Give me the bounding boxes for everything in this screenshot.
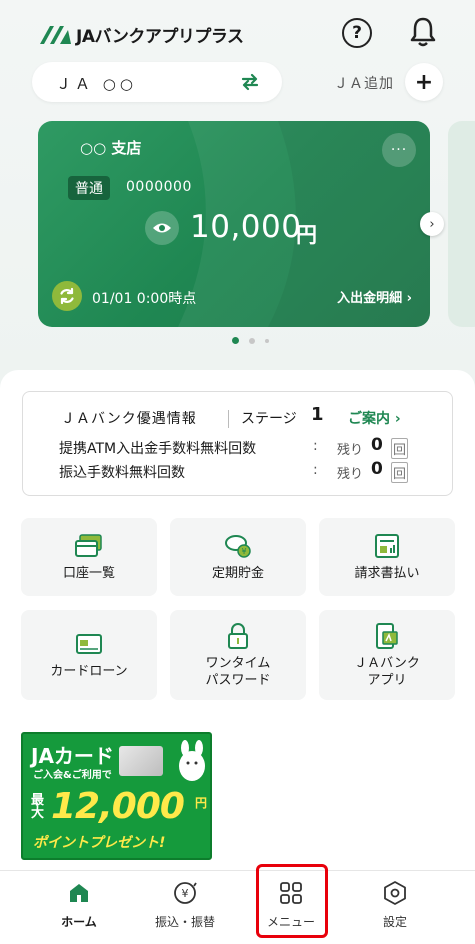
- account-type-badge: 普通: [68, 176, 110, 200]
- tile-one-time-password[interactable]: ワンタイム パスワード: [170, 610, 306, 700]
- remaining-label: 残り: [337, 443, 364, 458]
- divider: [228, 410, 229, 428]
- app-logo-text: JAバンクアプリプラス: [76, 27, 244, 47]
- nav-label: ホーム: [61, 915, 97, 929]
- main-panel: ＪＡバンク優遇情報 ステージ 1 ご案内 › 提携ATM入出金手数料無料回数 :…: [0, 370, 475, 880]
- ja-logo-icon: [40, 25, 71, 44]
- count-unit: 回: [391, 438, 409, 459]
- tile-card-loan[interactable]: カードローン: [21, 610, 157, 700]
- invoice-icon: [375, 534, 399, 558]
- atm-free-count-label: 提携ATM入出金手数料無料回数: [59, 441, 257, 457]
- eye-icon: [153, 223, 171, 233]
- nav-home[interactable]: ホーム: [34, 879, 124, 935]
- ja-selector[interactable]: ＪＡ ○○: [32, 62, 282, 102]
- phone-app-icon: [376, 622, 398, 649]
- account-card[interactable]: ○○ 支店 ··· 普通 0000000 10,000 円 01/01 0:00…: [38, 121, 430, 327]
- home-icon: [65, 879, 93, 907]
- tile-bill-payment[interactable]: 請求書払い: [319, 518, 455, 596]
- app-header: JAバンクアプリプラス ?: [0, 0, 475, 64]
- ja-card-promo-banner[interactable]: JAカード ご入会&ご利用で 最大 12,000 円 ポイントプレゼント!: [21, 732, 212, 860]
- guide-link[interactable]: ご案内 ›: [348, 408, 401, 428]
- branch-name: ○○ 支店: [80, 139, 142, 157]
- currency-label: 円: [296, 223, 317, 247]
- banner-subtitle: ご入会&ご利用で: [33, 770, 112, 781]
- ja-add-button[interactable]: +: [405, 63, 443, 101]
- tile-label: ワンタイム パスワード: [205, 655, 271, 688]
- banner-max-label: 最大: [31, 793, 45, 821]
- account-number: 0000000: [126, 179, 192, 195]
- menu-highlight-box: [256, 864, 328, 938]
- tile-time-deposit[interactable]: ¥ 定期貯金: [170, 518, 306, 596]
- nav-transfer[interactable]: ¥ 振込・振替: [140, 879, 230, 935]
- account-balance: 10,000: [190, 209, 302, 245]
- nav-settings[interactable]: 設定: [350, 879, 440, 935]
- pager-dot[interactable]: [265, 338, 269, 343]
- tile-label: カードローン: [50, 664, 128, 679]
- tile-label: 口座一覧: [62, 566, 115, 581]
- app-logo: JAバンクアプリプラス: [38, 22, 244, 47]
- bottom-navigation: ホーム ¥ 振込・振替 メニュー 設定: [0, 870, 475, 944]
- tile-label: 定期貯金: [211, 566, 264, 581]
- transfer-free-count: 0: [371, 459, 383, 479]
- help-icon: ?: [352, 23, 362, 43]
- refresh-button[interactable]: [52, 281, 82, 311]
- card-more-button[interactable]: ···: [382, 133, 416, 167]
- transfer-free-count-label: 振込手数料無料回数: [59, 465, 185, 481]
- next-account-card-peek[interactable]: [448, 121, 475, 327]
- piggy-bank-icon: ¥: [225, 535, 251, 558]
- banner-amount-unit: 円: [195, 796, 208, 810]
- cards-icon: [75, 534, 102, 557]
- ja-selector-label: ＪＡ ○○: [56, 75, 137, 93]
- banner-title: JAカード: [31, 744, 114, 768]
- pager-dot[interactable]: [249, 337, 255, 344]
- credit-card-icon: [76, 634, 102, 654]
- ja-add-label: ＪＡ追加: [334, 76, 394, 92]
- svg-text:¥: ¥: [241, 547, 246, 556]
- toggle-balance-button[interactable]: [145, 211, 179, 245]
- banner-bottom-text: ポイントプレゼント!: [33, 835, 166, 851]
- swap-icon: [241, 73, 259, 91]
- count-unit: 回: [391, 462, 409, 483]
- help-button[interactable]: ?: [342, 18, 372, 48]
- svg-text:¥: ¥: [182, 887, 189, 900]
- notification-bell-icon[interactable]: [408, 16, 438, 48]
- stage-label: ステージ: [241, 411, 297, 427]
- refresh-icon: [60, 287, 74, 305]
- preferential-info-title: ＪＡバンク優遇情報: [61, 411, 197, 427]
- preferential-info-box[interactable]: ＪＡバンク優遇情報 ステージ 1 ご案内 › 提携ATM入出金手数料無料回数 :…: [22, 391, 453, 496]
- card-pager: [232, 337, 269, 344]
- atm-free-count: 0: [371, 435, 383, 455]
- tile-label: 請求書払い: [354, 566, 420, 581]
- tile-label: ＪＡバンク アプリ: [354, 655, 420, 688]
- pager-dot-active[interactable]: [232, 337, 239, 344]
- credit-card-image: [119, 746, 163, 776]
- balance-updated-time: 01/01 0:00時点: [92, 291, 197, 307]
- lock-icon: [228, 622, 248, 649]
- tile-account-list[interactable]: 口座一覧: [21, 518, 157, 596]
- more-dots-icon: ···: [390, 142, 408, 158]
- transaction-history-link[interactable]: 入出金明細 ›: [337, 287, 412, 306]
- banner-amount: 12,000: [51, 786, 185, 827]
- settings-icon: [381, 879, 409, 907]
- chevron-right-icon: ›: [429, 216, 435, 232]
- tile-ja-bank-app[interactable]: ＪＡバンク アプリ: [319, 610, 455, 700]
- nav-label: 設定: [382, 915, 407, 929]
- nav-label: 振込・振替: [154, 915, 215, 929]
- colon: :: [313, 462, 318, 478]
- remaining-label: 残り: [337, 467, 364, 482]
- mascot-icon: [179, 740, 205, 781]
- transfer-icon: ¥: [171, 879, 199, 907]
- plus-icon: +: [414, 69, 434, 95]
- colon: :: [313, 438, 318, 454]
- stage-value: 1: [311, 404, 324, 425]
- card-next-button[interactable]: ›: [420, 212, 444, 236]
